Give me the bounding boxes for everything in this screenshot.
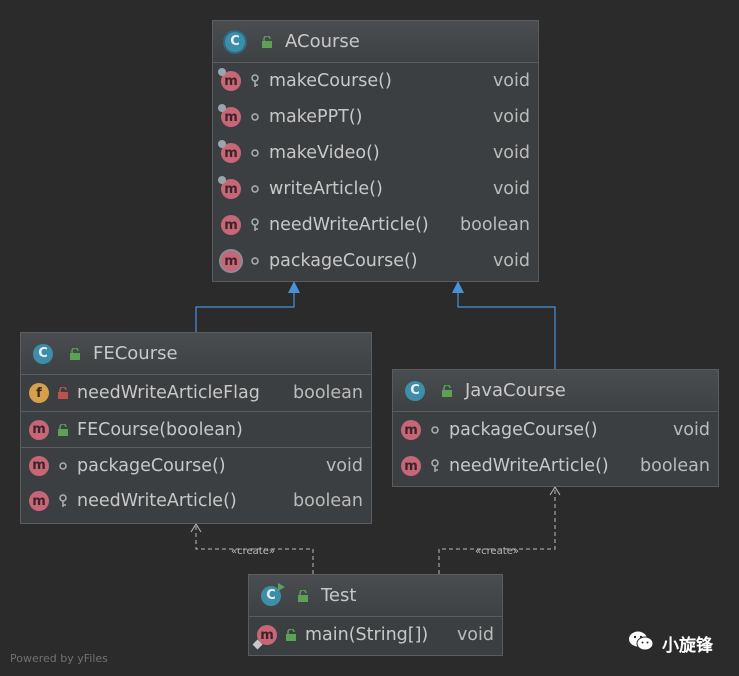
protected-key-icon bbox=[57, 494, 69, 508]
member-type: void bbox=[492, 179, 530, 199]
member-type: void bbox=[492, 107, 530, 127]
method-row[interactable]: m makeVideo() void bbox=[213, 135, 538, 171]
member-name: writeArticle() bbox=[269, 179, 383, 199]
method-icon: m bbox=[29, 455, 49, 476]
class-header: C Test bbox=[249, 575, 502, 617]
public-lock-icon bbox=[69, 347, 81, 361]
package-private-dot-icon bbox=[249, 110, 261, 124]
method-row[interactable]: m packageCourse() void bbox=[393, 412, 718, 448]
member-name: FECourse(boolean) bbox=[77, 419, 243, 440]
method-row[interactable]: m makeCourse() void bbox=[213, 63, 538, 99]
method-row[interactable]: m packageCourse() void bbox=[213, 243, 538, 279]
field-icon: f bbox=[29, 383, 49, 403]
method-row[interactable]: m packageCourse() void bbox=[21, 447, 371, 483]
class-header: C JavaCourse bbox=[393, 370, 718, 412]
public-lock-icon bbox=[441, 384, 453, 398]
inheritance-line-fecourse bbox=[195, 290, 295, 332]
class-name: JavaCourse bbox=[465, 380, 566, 401]
class-header: C ACourse bbox=[213, 21, 538, 63]
protected-key-icon bbox=[249, 218, 261, 232]
member-type: void bbox=[672, 420, 710, 440]
abstract-method-icon: m bbox=[218, 68, 241, 91]
member-type: void bbox=[325, 455, 363, 476]
method-icon: m bbox=[401, 420, 421, 440]
create-label-fecourse: «create» bbox=[231, 546, 275, 557]
public-lock-icon bbox=[261, 35, 273, 49]
dependency-line-javacourse bbox=[438, 489, 556, 574]
member-type: boolean bbox=[640, 456, 710, 476]
package-private-dot-icon bbox=[249, 182, 261, 196]
member-name: makePPT() bbox=[269, 107, 363, 127]
method-icon: m bbox=[29, 491, 49, 511]
inheritance-arrowhead-javacourse bbox=[452, 281, 464, 293]
abstract-class-icon: C bbox=[225, 31, 245, 52]
public-lock-icon bbox=[297, 589, 309, 603]
powered-by-label: Powered by yFiles bbox=[10, 652, 108, 665]
class-javacourse[interactable]: C JavaCourse m packageCourse() void m ne… bbox=[392, 369, 719, 487]
member-name: needWriteArticleFlag bbox=[77, 383, 260, 403]
class-name: Test bbox=[321, 585, 357, 606]
abstract-method-icon: m bbox=[218, 140, 241, 163]
member-type: boolean bbox=[460, 215, 530, 235]
create-label-javacourse: «create» bbox=[475, 546, 519, 557]
private-lock-icon bbox=[57, 386, 69, 400]
class-fecourse[interactable]: C FECourse f needWriteArticleFlag boolea… bbox=[20, 332, 372, 524]
runnable-class-icon: C bbox=[261, 582, 285, 606]
member-name: packageCourse() bbox=[77, 455, 226, 476]
class-icon: C bbox=[405, 380, 425, 401]
method-row[interactable]: m writeArticle() void bbox=[213, 171, 538, 207]
constructor-icon: m bbox=[29, 419, 49, 440]
protected-key-icon bbox=[249, 74, 261, 88]
class-header: C FECourse bbox=[21, 333, 371, 375]
wechat-icon bbox=[628, 630, 654, 656]
brand-name: 小旋锋 bbox=[662, 635, 713, 656]
member-name: packageCourse() bbox=[449, 420, 598, 440]
class-acourse[interactable]: C ACourse m makeCourse() void m makePPT(… bbox=[212, 20, 539, 282]
member-type: void bbox=[492, 143, 530, 163]
method-row[interactable]: m needWriteArticle() boolean bbox=[21, 483, 371, 519]
abstract-method-icon: m bbox=[218, 104, 241, 127]
member-type: boolean bbox=[293, 383, 363, 403]
member-type: void bbox=[492, 71, 530, 91]
member-type: void bbox=[492, 251, 530, 271]
method-row[interactable]: m main(String[]) void bbox=[249, 617, 502, 653]
abstract-method-icon: m bbox=[218, 176, 241, 199]
inheritance-arrowhead-fecourse bbox=[288, 281, 300, 293]
member-name: needWriteArticle() bbox=[269, 215, 429, 235]
constructor-row[interactable]: m FECourse(boolean) bbox=[21, 411, 371, 447]
class-name: FECourse bbox=[93, 343, 178, 364]
member-name: packageCourse() bbox=[269, 251, 418, 271]
class-test[interactable]: C Test m main(String[]) void bbox=[248, 574, 503, 656]
method-row[interactable]: m makePPT() void bbox=[213, 99, 538, 135]
brand-watermark: 小旋锋 bbox=[628, 630, 713, 656]
member-name: needWriteArticle() bbox=[449, 456, 609, 476]
field-row[interactable]: f needWriteArticleFlag boolean bbox=[21, 375, 371, 411]
package-private-dot-icon bbox=[57, 459, 69, 473]
method-row[interactable]: m needWriteArticle() boolean bbox=[213, 207, 538, 243]
member-name: needWriteArticle() bbox=[77, 491, 237, 511]
method-row[interactable]: m needWriteArticle() boolean bbox=[393, 448, 718, 484]
inheritance-line-javacourse bbox=[457, 290, 556, 369]
class-name: ACourse bbox=[285, 31, 360, 52]
member-type: boolean bbox=[293, 491, 363, 511]
public-lock-icon bbox=[57, 423, 69, 437]
method-icon: m bbox=[221, 215, 241, 235]
package-private-dot-icon bbox=[429, 423, 441, 437]
class-icon: C bbox=[33, 343, 53, 364]
protected-key-icon bbox=[429, 459, 441, 473]
member-name: main(String[]) bbox=[305, 625, 429, 645]
final-method-icon: m bbox=[221, 251, 241, 271]
method-icon: m bbox=[401, 456, 421, 476]
package-private-dot-icon bbox=[249, 146, 261, 160]
static-method-icon: m bbox=[252, 625, 277, 650]
member-type: void bbox=[456, 625, 494, 645]
public-lock-icon bbox=[285, 628, 297, 642]
member-name: makeVideo() bbox=[269, 143, 380, 163]
package-private-dot-icon bbox=[249, 254, 261, 268]
member-name: makeCourse() bbox=[269, 71, 392, 91]
